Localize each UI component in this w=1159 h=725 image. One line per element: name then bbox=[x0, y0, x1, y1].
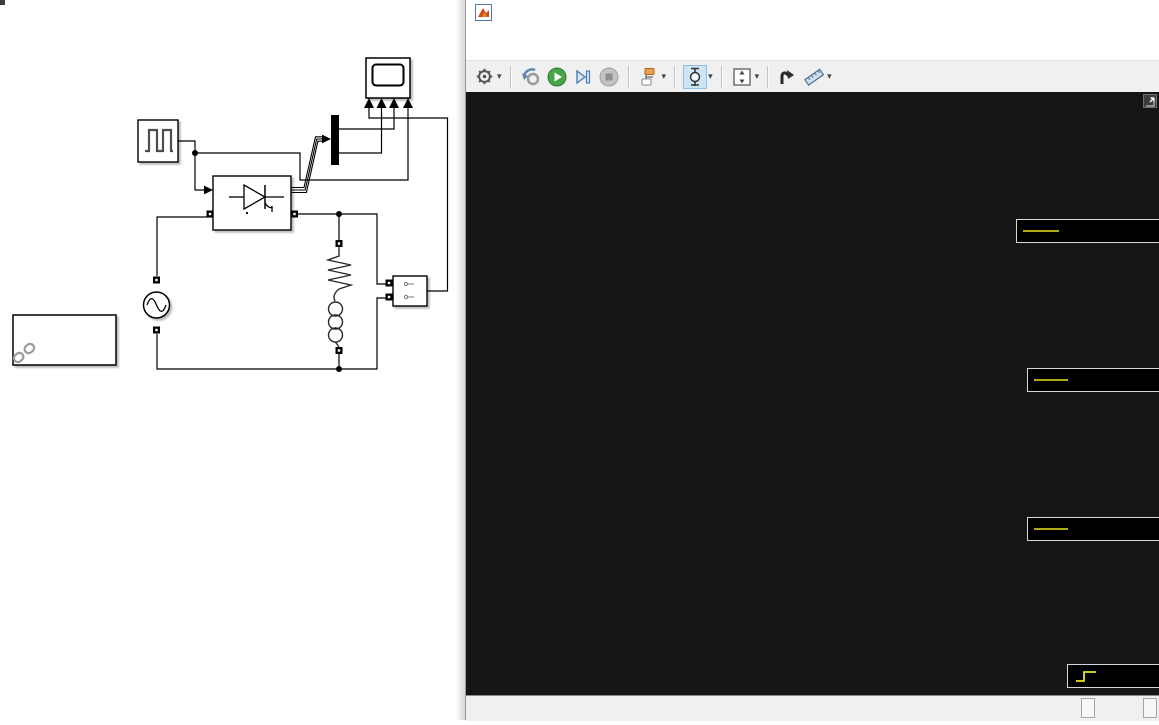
axes-scaling-button[interactable] bbox=[730, 65, 754, 89]
connection-ports bbox=[153, 211, 393, 355]
toolbar-separator bbox=[674, 66, 676, 88]
step-back-button[interactable] bbox=[519, 65, 543, 89]
pulse-generator-block[interactable] bbox=[138, 120, 178, 162]
signal-highlight-button[interactable] bbox=[776, 65, 800, 89]
scope-screen-icon bbox=[373, 65, 404, 86]
legend-pulse[interactable] bbox=[1067, 664, 1159, 688]
demux-block[interactable] bbox=[331, 115, 339, 165]
close-button[interactable] bbox=[1127, 2, 1147, 22]
signal-arrow-icon bbox=[778, 67, 798, 87]
run-icon bbox=[547, 67, 567, 87]
window-edge-shadow bbox=[456, 0, 465, 720]
maximize-button[interactable] bbox=[1069, 2, 1089, 22]
stepping-dropdown-caret[interactable]: ▾ bbox=[662, 71, 667, 82]
menubar bbox=[466, 26, 1159, 60]
scope-window: ▾ bbox=[465, 0, 1159, 720]
minimize-button[interactable] bbox=[1011, 2, 1031, 22]
scope-app-icon bbox=[475, 4, 492, 21]
statusbar bbox=[466, 695, 1159, 721]
expand-plot-button[interactable] bbox=[1143, 94, 1157, 108]
measurements-dropdown-caret[interactable]: ▾ bbox=[827, 71, 832, 82]
toolbar-separator bbox=[510, 66, 512, 88]
step-back-icon bbox=[521, 67, 541, 87]
stepping-blocks-icon bbox=[639, 67, 659, 87]
ruler-icon bbox=[803, 67, 825, 87]
settings-gear-button[interactable] bbox=[472, 65, 496, 89]
status-sim-time bbox=[1143, 698, 1157, 718]
axes-scaling-icon bbox=[732, 67, 752, 87]
resistor-icon bbox=[328, 247, 351, 289]
scope-input-ports bbox=[364, 98, 413, 108]
settings-dropdown-caret[interactable]: ▾ bbox=[497, 71, 502, 82]
series-rlc-branch-block[interactable] bbox=[328, 247, 351, 347]
measurements-button[interactable] bbox=[802, 65, 826, 89]
simulink-model-canvas bbox=[0, 0, 456, 720]
simulation-stepping-button[interactable] bbox=[637, 65, 661, 89]
stop-button[interactable] bbox=[597, 65, 621, 89]
titlebar[interactable] bbox=[466, 0, 1159, 26]
voltage-measurement-block[interactable] bbox=[393, 276, 427, 306]
toolbar-separator bbox=[721, 66, 723, 88]
thyristor-m-vector-wire bbox=[290, 137, 322, 193]
trigger-source-button[interactable] bbox=[683, 65, 707, 89]
legend-thyristor-voltage[interactable] bbox=[1027, 368, 1159, 392]
thyristor-block[interactable] bbox=[213, 176, 291, 230]
inductor-icon bbox=[329, 302, 343, 347]
scope-block[interactable] bbox=[364, 58, 413, 108]
status-sample-mode bbox=[1081, 698, 1095, 718]
run-button[interactable] bbox=[545, 65, 569, 89]
gear-icon bbox=[476, 68, 493, 85]
axes-scaling-dropdown-caret[interactable]: ▾ bbox=[755, 71, 760, 82]
scope-plot-canvas bbox=[466, 92, 1159, 695]
model-wires[interactable] bbox=[157, 108, 448, 369]
legend-load-voltage[interactable] bbox=[1016, 219, 1159, 243]
toolbar-separator bbox=[767, 66, 769, 88]
step-forward-button[interactable] bbox=[571, 65, 595, 89]
step-glyph-icon bbox=[1074, 668, 1100, 684]
trigger-icon bbox=[685, 67, 705, 87]
stop-icon bbox=[599, 67, 619, 87]
powergui-block[interactable] bbox=[12, 315, 116, 365]
trigger-dropdown-caret[interactable]: ▾ bbox=[708, 71, 713, 82]
step-forward-icon bbox=[573, 67, 593, 87]
canvas-corner-mark bbox=[0, 0, 5, 5]
rlc-connector bbox=[334, 289, 339, 301]
toolbar-separator bbox=[628, 66, 630, 88]
legend-thyristor-current[interactable] bbox=[1027, 517, 1159, 541]
ac-voltage-source-block[interactable] bbox=[144, 292, 170, 318]
toolbar: ▾ bbox=[466, 60, 1159, 92]
